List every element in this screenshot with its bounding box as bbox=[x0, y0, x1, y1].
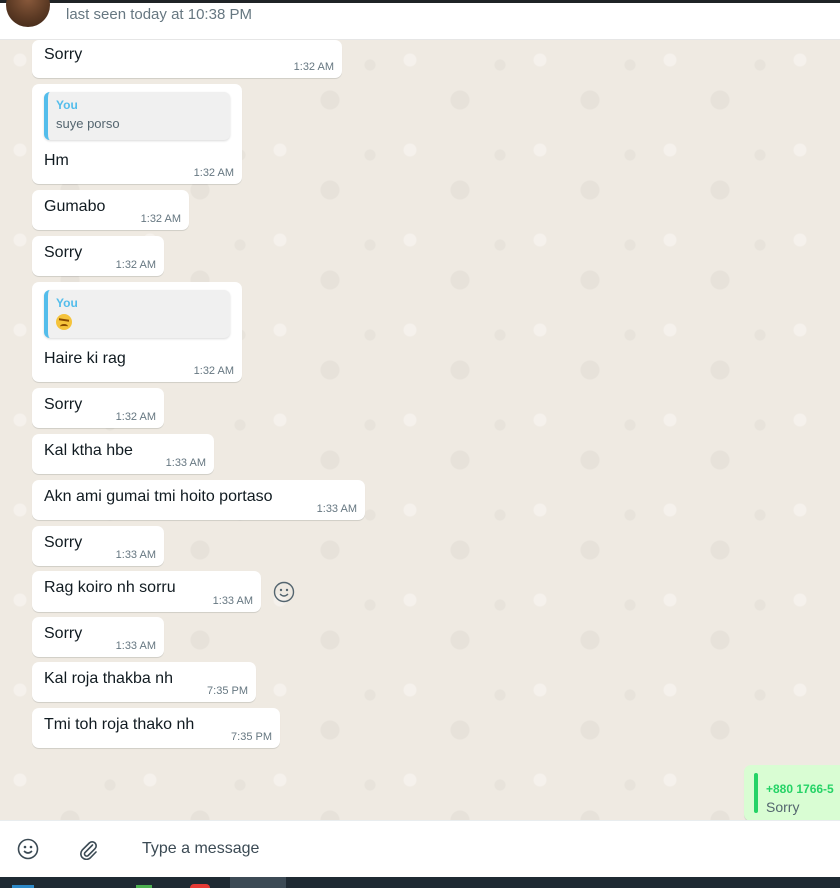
paperclip-icon[interactable] bbox=[74, 835, 102, 863]
message-time: 1:32 AM bbox=[193, 167, 234, 179]
message-text: Sorry bbox=[44, 625, 83, 642]
message-bubble[interactable]: Rag koiro nh sorru 1:33 AM bbox=[32, 571, 261, 612]
quoted-text: suye porso bbox=[56, 116, 120, 131]
quoted-text: Sorry bbox=[766, 799, 800, 815]
chat-header[interactable]: last seen today at 10:38 PM bbox=[0, 0, 840, 40]
last-seen-status: last seen today at 10:38 PM bbox=[66, 6, 252, 23]
message-time: 1:32 AM bbox=[115, 259, 156, 271]
message-bubble[interactable]: Sorry 1:32 AM bbox=[32, 388, 164, 428]
message-text: Sorry bbox=[44, 46, 83, 63]
os-taskbar bbox=[0, 877, 840, 888]
message-bubble[interactable]: Sorry 1:32 AM bbox=[32, 236, 164, 276]
quoted-author: +880 1766-5 bbox=[766, 782, 834, 796]
message-time: 1:33 AM bbox=[212, 595, 253, 607]
message-bubble[interactable]: Kal ktha hbe 1:33 AM bbox=[32, 434, 214, 474]
unamused-face-emoji bbox=[56, 314, 72, 330]
message-time: 1:33 AM bbox=[115, 640, 156, 652]
message-list[interactable]: Sorry 1:32 AM You suye porso Hm 1:32 AM … bbox=[0, 40, 840, 820]
message-bubble[interactable]: Akn ami gumai tmi hoito portaso 1:33 AM bbox=[32, 480, 365, 520]
message-bubble[interactable]: You suye porso Hm 1:32 AM bbox=[32, 84, 242, 184]
message-text: Tmi toh roja thako nh bbox=[44, 716, 195, 733]
message-text: Sorry bbox=[44, 534, 83, 551]
message-bubble[interactable]: You Haire ki rag 1:32 AM bbox=[32, 282, 242, 382]
message-text: Sorry bbox=[44, 244, 83, 261]
smiley-icon[interactable] bbox=[14, 835, 42, 863]
message-bubble[interactable]: Sorry 1:32 AM bbox=[32, 40, 342, 78]
message-text: Haire ki rag bbox=[44, 350, 126, 367]
message-input[interactable] bbox=[132, 831, 840, 867]
taskbar-active-app[interactable] bbox=[230, 877, 286, 888]
message-time: 1:32 AM bbox=[140, 213, 181, 225]
message-bubble[interactable]: Sorry 1:33 AM bbox=[32, 526, 164, 566]
whatsapp-window: last seen today at 10:38 PM Sorry 1:32 A… bbox=[0, 0, 840, 888]
message-time: 7:35 PM bbox=[231, 731, 272, 743]
message-text: Akn ami gumai tmi hoito portaso bbox=[44, 488, 273, 505]
message-bubble[interactable]: Sorry 1:33 AM bbox=[32, 617, 164, 657]
message-composer bbox=[0, 820, 840, 878]
message-text: Gumabo bbox=[44, 198, 106, 215]
reaction-smiley-icon[interactable] bbox=[273, 581, 295, 603]
message-time: 1:33 AM bbox=[115, 549, 156, 561]
outgoing-message-bubble[interactable]: +880 1766-5 Sorry bbox=[744, 765, 840, 820]
message-bubble[interactable]: Gumabo 1:32 AM bbox=[32, 190, 189, 230]
message-time: 1:33 AM bbox=[165, 457, 206, 469]
message-time: 1:32 AM bbox=[115, 411, 156, 423]
contact-avatar[interactable] bbox=[6, 0, 50, 27]
message-text: Sorry bbox=[44, 396, 83, 413]
message-text: Rag koiro nh sorru bbox=[44, 579, 176, 596]
message-text: Hm bbox=[44, 152, 69, 169]
quote-accent-bar bbox=[754, 773, 758, 813]
message-time: 1:33 AM bbox=[316, 503, 357, 515]
quoted-message[interactable]: You bbox=[44, 290, 230, 338]
message-bubble[interactable]: Kal roja thakba nh 7:35 PM bbox=[32, 662, 256, 702]
quoted-author: You bbox=[56, 296, 78, 310]
taskbar-app-icon[interactable] bbox=[190, 884, 210, 888]
quoted-author: You bbox=[56, 98, 78, 112]
message-time: 1:32 AM bbox=[293, 61, 334, 73]
message-text: Kal roja thakba nh bbox=[44, 670, 173, 687]
message-bubble[interactable]: Tmi toh roja thako nh 7:35 PM bbox=[32, 708, 280, 748]
quoted-message[interactable]: You suye porso bbox=[44, 92, 230, 140]
message-time: 1:32 AM bbox=[193, 365, 234, 377]
quoted-emoji bbox=[56, 314, 72, 333]
message-text: Kal ktha hbe bbox=[44, 442, 133, 459]
message-time: 7:35 PM bbox=[207, 685, 248, 697]
